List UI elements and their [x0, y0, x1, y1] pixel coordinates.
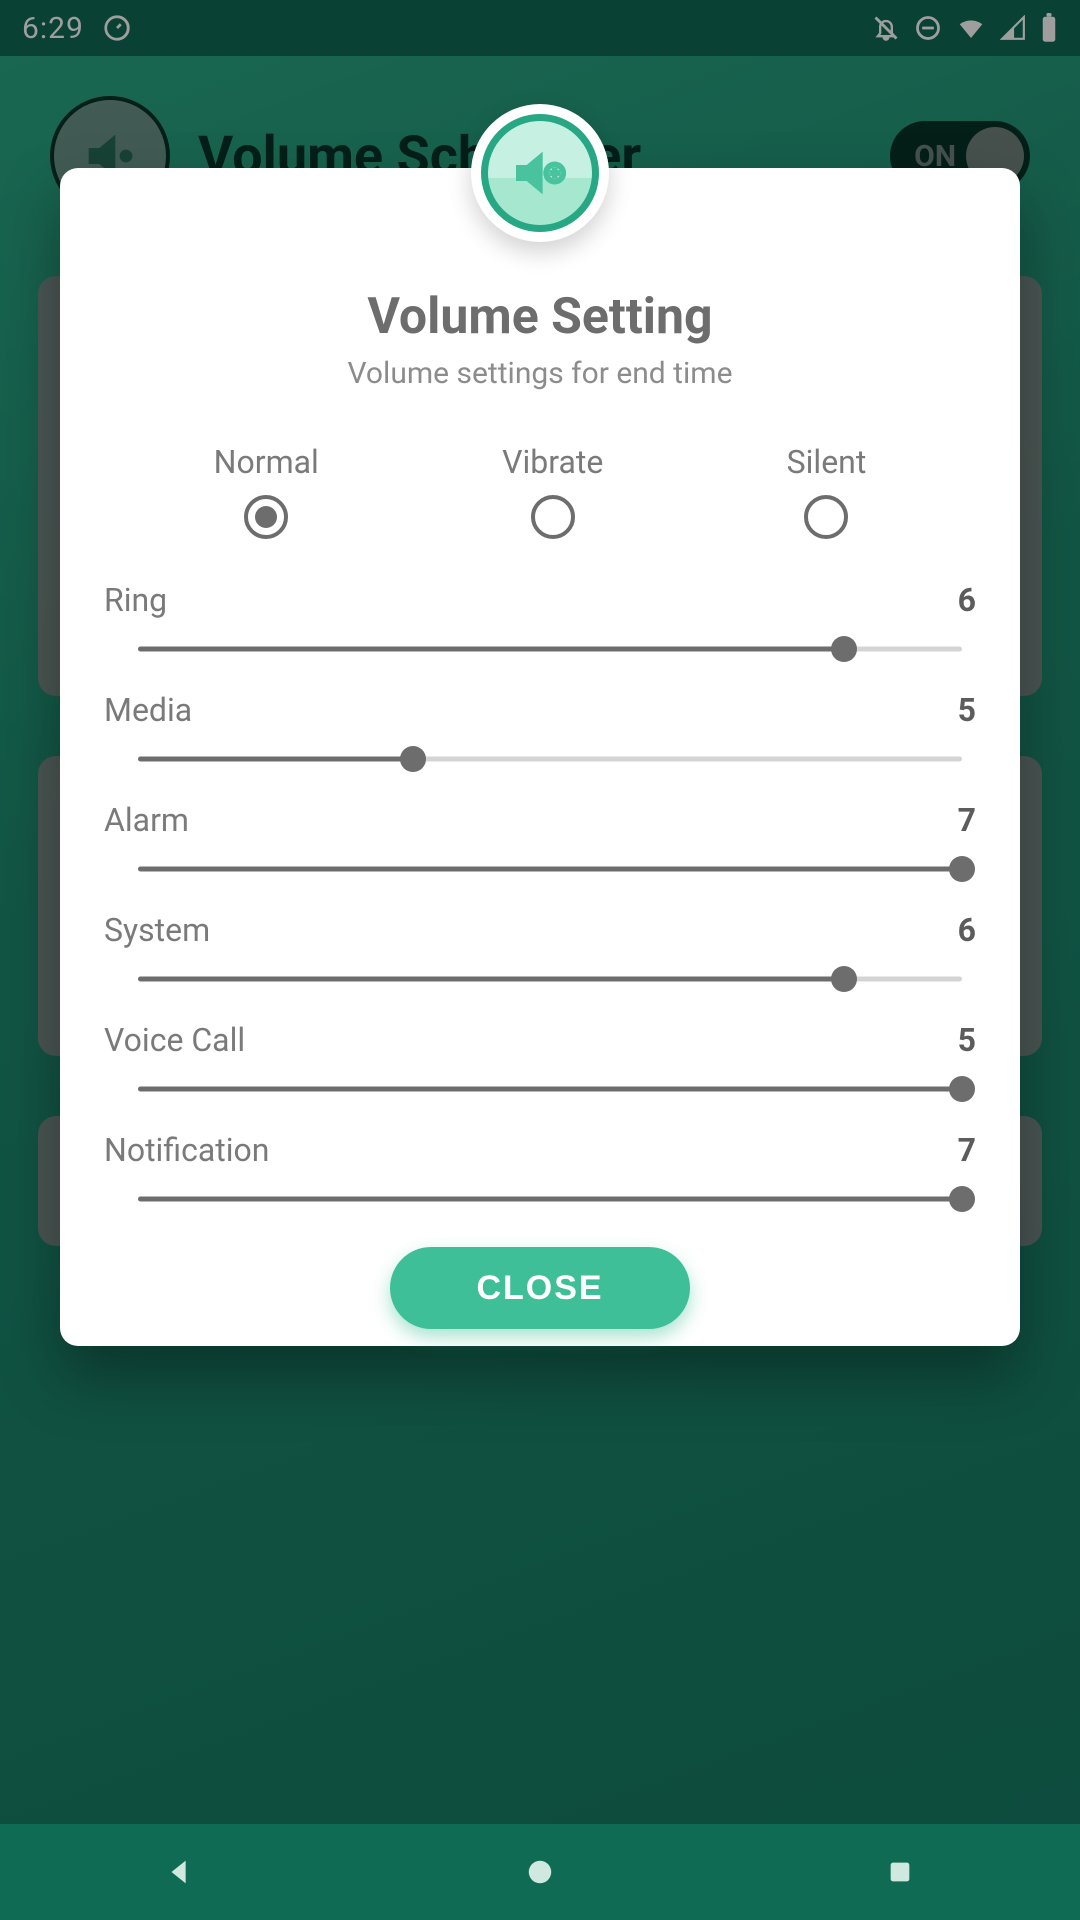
slider-label: Alarm [104, 801, 189, 839]
volume-setting-dialog: Volume Setting Volume settings for end t… [60, 168, 1020, 1346]
slider-thumb[interactable] [949, 1186, 975, 1212]
slider-track-ring[interactable] [138, 635, 962, 663]
nav-home-button[interactable] [500, 1840, 580, 1904]
nav-recent-button[interactable] [860, 1840, 940, 1904]
slider-thumb[interactable] [949, 1076, 975, 1102]
slider-track-alarm[interactable] [138, 855, 962, 883]
nav-back-icon [163, 1855, 197, 1889]
mode-option-vibrate[interactable]: Vibrate [502, 443, 603, 539]
slider-thumb[interactable] [400, 746, 426, 772]
mode-option-normal[interactable]: Normal [214, 443, 319, 539]
slider-label: Media [104, 691, 192, 729]
nav-back-button[interactable] [140, 1840, 220, 1904]
slider-label: Voice Call [104, 1021, 245, 1059]
slider-alarm: Alarm 7 [102, 801, 978, 883]
slider-value: 5 [958, 691, 976, 729]
mode-label: Silent [787, 443, 867, 481]
slider-ring: Ring 6 [102, 581, 978, 663]
slider-value: 7 [958, 801, 976, 839]
dialog-subtitle: Volume settings for end time [102, 356, 978, 391]
close-button[interactable]: CLOSE [390, 1247, 690, 1329]
slider-value: 6 [958, 911, 976, 949]
slider-value: 6 [958, 581, 976, 619]
slider-label: System [104, 911, 210, 949]
slider-value: 5 [958, 1021, 976, 1059]
radio-silent[interactable] [804, 495, 848, 539]
slider-notification: Notification 7 [102, 1131, 978, 1213]
mode-selector: Normal Vibrate Silent [122, 443, 958, 539]
mode-label: Normal [214, 443, 319, 481]
slider-group: Ring6 Media5 Alarm7 System6 Voice Call5 … [102, 581, 978, 1213]
slider-thumb[interactable] [949, 856, 975, 882]
slider-track-voice-call[interactable] [138, 1075, 962, 1103]
nav-home-icon [525, 1857, 555, 1887]
slider-track-media[interactable] [138, 745, 962, 773]
system-nav-bar [0, 1824, 1080, 1920]
radio-normal[interactable] [244, 495, 288, 539]
mode-option-silent[interactable]: Silent [787, 443, 867, 539]
slider-voice-call: Voice Call 5 [102, 1021, 978, 1103]
slider-label: Notification [104, 1131, 269, 1169]
dialog-header-icon [471, 104, 609, 242]
slider-track-notification[interactable] [138, 1185, 962, 1213]
slider-thumb[interactable] [831, 966, 857, 992]
slider-label: Ring [104, 581, 167, 619]
speaker-plus-icon [508, 141, 572, 205]
slider-track-system[interactable] [138, 965, 962, 993]
radio-vibrate[interactable] [531, 495, 575, 539]
slider-thumb[interactable] [831, 636, 857, 662]
slider-value: 7 [958, 1131, 976, 1169]
slider-system: System 6 [102, 911, 978, 993]
nav-recent-icon [886, 1858, 914, 1886]
slider-media: Media 5 [102, 691, 978, 773]
dialog-title: Volume Setting [102, 288, 978, 346]
mode-label: Vibrate [502, 443, 603, 481]
